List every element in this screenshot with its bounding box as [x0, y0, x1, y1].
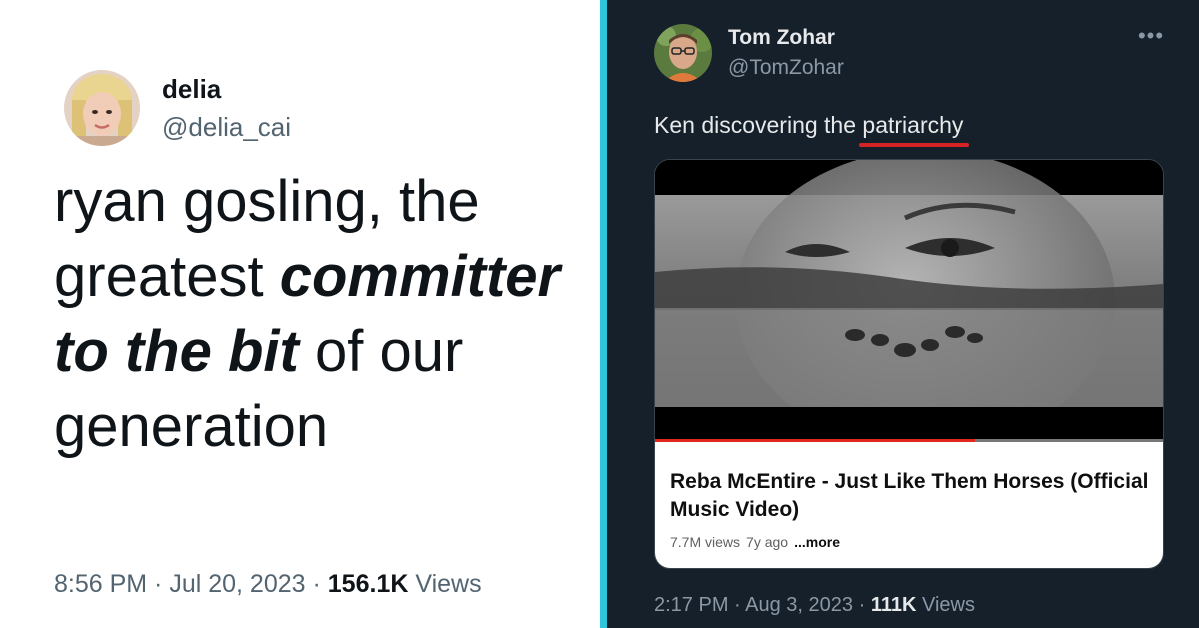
display-name[interactable]: Tom Zohar [728, 26, 835, 50]
video-title[interactable]: Reba McEntire - Just Like Them Horses (O… [670, 468, 1150, 524]
video-views: 7.7M views [670, 534, 741, 550]
views-label: Views [415, 570, 482, 598]
tweet-date[interactable]: Jul 20, 2023 [169, 570, 305, 598]
tweet-date[interactable]: Aug 3, 2023 [745, 594, 853, 616]
meta-separator: · [728, 594, 746, 616]
tweet-time[interactable]: 8:56 PM [54, 570, 147, 598]
more-options-icon[interactable]: ••• [1137, 25, 1165, 47]
tweet-text-underlined: patriarchy [859, 112, 970, 147]
tweet-text: ryan gosling, the greatest committer to … [54, 164, 584, 464]
tweet-text: Ken discovering the patriarchy [654, 112, 970, 147]
tweet-time[interactable]: 2:17 PM [654, 594, 728, 616]
video-card[interactable]: Reba McEntire - Just Like Them Horses (O… [654, 159, 1164, 569]
right-tweet: Tom Zohar @TomZohar ••• Ken discovering … [607, 0, 1199, 628]
user-handle[interactable]: @TomZohar [728, 56, 844, 80]
tweet-meta: 2:17 PM · Aug 3, 2023 · 111K Views [654, 594, 975, 617]
card-info[interactable]: Reba McEntire - Just Like Them Horses (O… [655, 442, 1163, 568]
panel-divider [600, 0, 607, 628]
video-age: 7y ago [746, 534, 789, 550]
meta-separator: · [147, 570, 170, 598]
avatar[interactable] [654, 24, 712, 82]
views-count: 156.1K [327, 570, 409, 598]
left-tweet: delia @delia_cai ryan gosling, the great… [0, 0, 600, 628]
display-name[interactable]: delia [162, 74, 221, 105]
video-thumbnail[interactable] [655, 160, 1163, 442]
tweet-text-prefix: Ken discovering the [654, 112, 863, 138]
tweet-meta: 8:56 PM · Jul 20, 2023 · 156.1K Views [54, 570, 482, 599]
avatar[interactable] [64, 70, 140, 146]
user-handle[interactable]: @delia_cai [162, 112, 291, 143]
meta-separator: · [305, 570, 328, 598]
more-link[interactable]: ...more [794, 534, 840, 550]
video-meta: 7.7M views 7y ago ...more [670, 534, 840, 550]
views-label: Views [921, 594, 975, 616]
views-count: 111K [870, 594, 917, 616]
meta-separator: · [853, 594, 871, 616]
